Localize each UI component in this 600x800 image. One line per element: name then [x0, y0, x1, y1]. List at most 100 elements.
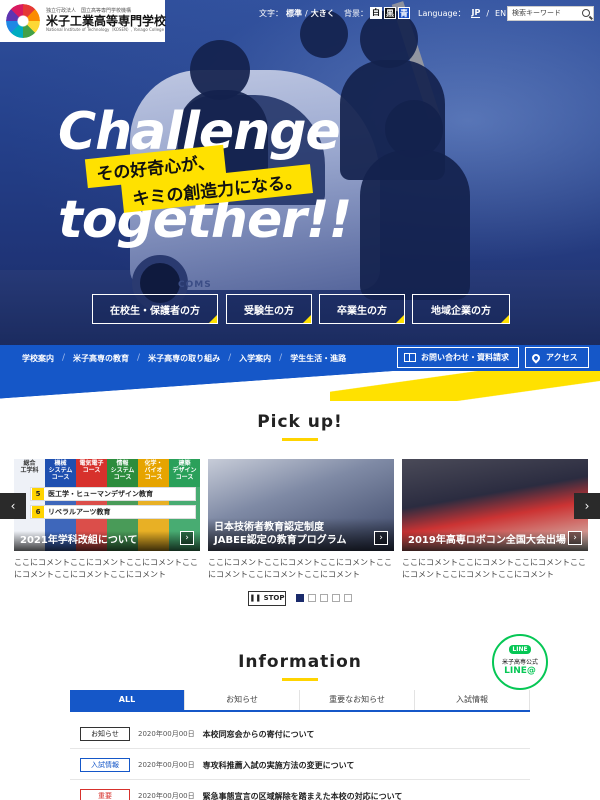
department-column: 総合 工学科	[14, 459, 45, 487]
search-placeholder: 検索キーワード	[512, 9, 561, 17]
text-size-control: 文字： 標準 / 大きく	[259, 6, 338, 20]
news-item[interactable]: お知らせ 2020年00月00日 本校同窓会からの寄付について	[80, 726, 520, 742]
news-date: 2020年00月00日	[138, 730, 195, 738]
program-name: リベラルアーツ教育	[48, 508, 111, 516]
carousel-dot[interactable]	[344, 594, 352, 602]
news-divider	[70, 779, 530, 780]
department-name: 情報 システム コース	[110, 460, 135, 481]
pickup-card-jabee[interactable]: 日本技術者教育認定制度 JABEE認定の教育プログラム ›	[208, 459, 394, 551]
audience-button-students[interactable]: 在校生・保護者の方	[92, 294, 218, 324]
pickup-title: Pick up!	[257, 412, 343, 432]
pickup-title-underline	[282, 438, 318, 441]
language-separator: /	[486, 8, 490, 18]
language-switcher: Language： JP / EN	[418, 6, 506, 20]
news-item[interactable]: 入試情報 2020年00月00日 専攻科推薦入試の実施方法の変更について	[80, 757, 520, 773]
department-name: 化学・ バイオ コース	[144, 460, 163, 481]
department-columns: 総合 工学科 機械 システム コース 電気電子 コース 情報 システム コース …	[14, 459, 200, 487]
contact-label: お問い合わせ・資料請求	[421, 353, 509, 362]
background-color-control: 背景： 白 黒 青	[344, 6, 410, 20]
line-official-badge[interactable]: LINE 米子高専公式 LINE@	[492, 634, 548, 690]
language-en-link[interactable]: EN	[495, 9, 506, 18]
news-date: 2020年00月00日	[138, 761, 195, 769]
department-column: 化学・ バイオ コース	[138, 459, 169, 487]
college-logo-icon	[6, 4, 40, 38]
nav-item-education[interactable]: 米子高専の教育	[73, 353, 129, 364]
hero-person	[360, 150, 470, 300]
tab-all[interactable]: ALL	[70, 690, 185, 710]
nav-separator: /	[279, 353, 283, 363]
hero-car-brand: COMS	[178, 280, 212, 290]
news-date: 2020年00月00日	[138, 792, 195, 800]
language-jp-link[interactable]: JP	[471, 8, 481, 18]
line-badge-text: 米子高専公式	[501, 659, 538, 666]
program-label: 5 医工学・ヒューマンデザイン教育	[30, 487, 196, 501]
news-item[interactable]: 重要 2020年00月00日 緊急事態宣言の区域解除を踏まえた本校の対応について	[80, 788, 520, 800]
access-label: アクセス	[546, 353, 578, 362]
pickup-card-description: ここにコメントここにコメントここにコメントここにコメントここにコメントここにコメ…	[208, 558, 392, 579]
program-label: 6 リベラルアーツ教育	[30, 505, 196, 519]
nav-item-initiatives[interactable]: 米子高専の取り組み	[148, 353, 220, 364]
news-title[interactable]: 本校同窓会からの寄付について	[203, 729, 315, 740]
pickup-card-robocon[interactable]: 2019年高専ロボコン全国大会出場 ›	[402, 459, 588, 551]
nav-yellow-decoration	[330, 371, 600, 401]
carousel-stop-button[interactable]: ❚❚ STOP	[248, 591, 286, 606]
global-nav-items: 学校案内 / 米子高専の教育 / 米子高専の取り組み / 入学案内 / 学生生活…	[22, 353, 346, 364]
department-column: 電気電子 コース	[76, 459, 107, 487]
program-number: 5	[32, 488, 44, 500]
site-logo[interactable]: 独立行政法人 国立高等専門学校機構 米子工業高等専門学校 National In…	[0, 0, 166, 42]
map-pin-icon	[530, 351, 542, 364]
news-category-badge: 入試情報	[80, 758, 130, 772]
department-name: 機械 システム コース	[48, 460, 73, 481]
carousel-dot[interactable]	[320, 594, 328, 602]
nav-item-student-life[interactable]: 学生生活・進路	[290, 353, 346, 364]
background-black-button[interactable]: 黒	[384, 7, 396, 19]
carousel-prev-button[interactable]: ‹	[0, 493, 26, 519]
pickup-card-caption: 2019年高専ロボコン全国大会出場	[402, 530, 588, 551]
department-name: 総合 工学科	[20, 460, 39, 474]
tab-notices[interactable]: お知らせ	[185, 690, 300, 710]
pickup-card-description: ここにコメントここにコメントここにコメントここにコメントここにコメントここにコメ…	[14, 558, 198, 579]
department-name: 電気電子 コース	[79, 460, 104, 474]
text-size-large-button[interactable]: 大きく	[311, 8, 335, 19]
search-icon[interactable]	[582, 9, 590, 17]
nav-item-about[interactable]: 学校案内	[22, 353, 54, 364]
department-column: 情報 システム コース	[107, 459, 138, 487]
department-name: 建築 デザイン コース	[172, 460, 197, 481]
program-number: 6	[32, 506, 44, 518]
arrow-right-icon[interactable]: ›	[374, 531, 388, 545]
background-white-button[interactable]: 白	[370, 7, 382, 19]
audience-button-companies[interactable]: 地域企業の方	[412, 294, 510, 324]
carousel-dot[interactable]	[296, 594, 304, 602]
logo-text: 独立行政法人 国立高等専門学校機構 米子工業高等専門学校 National In…	[46, 9, 166, 32]
arrow-right-icon[interactable]: ›	[568, 531, 582, 545]
tab-admissions[interactable]: 入試情報	[415, 690, 530, 710]
arrow-right-icon[interactable]: ›	[180, 531, 194, 545]
department-column: 機械 システム コース	[45, 459, 76, 487]
logo-english-name: National Institute of Technology（KOSEN）,…	[46, 27, 165, 33]
text-size-standard-button[interactable]: 標準	[286, 8, 302, 19]
nav-separator: /	[228, 353, 232, 363]
nav-item-admissions[interactable]: 入学案内	[239, 353, 271, 364]
information-title-underline	[282, 678, 318, 681]
audience-button-applicants[interactable]: 受験生の方	[226, 294, 312, 324]
news-title[interactable]: 緊急事態宣言の区域解除を踏まえた本校の対応について	[203, 791, 403, 800]
carousel-dots	[296, 594, 356, 602]
carousel-next-button[interactable]: ›	[574, 493, 600, 519]
news-category-badge: 重要	[80, 789, 130, 800]
carousel-dot[interactable]	[308, 594, 316, 602]
hero-banner: COMS Challenge together!! その好奇心が、 キミの創造力…	[0, 0, 600, 345]
news-title[interactable]: 専攻科推薦入試の実施方法の変更について	[203, 760, 355, 771]
contact-button[interactable]: お問い合わせ・資料請求	[397, 347, 519, 368]
search-input[interactable]: 検索キーワード	[507, 6, 594, 21]
line-badge-label: LINE@	[504, 666, 536, 676]
carousel-dot[interactable]	[332, 594, 340, 602]
pickup-card-caption: 日本技術者教育認定制度 JABEE認定の教育プログラム	[208, 518, 394, 551]
pickup-card-description: ここにコメントここにコメントここにコメントここにコメントここにコメントここにコメ…	[402, 558, 586, 579]
program-name: 医工学・ヒューマンデザイン教育	[48, 490, 153, 498]
access-button[interactable]: アクセス	[525, 347, 589, 368]
tab-important[interactable]: 重要なお知らせ	[300, 690, 415, 710]
news-divider	[70, 748, 530, 749]
news-category-badge: お知らせ	[80, 727, 130, 741]
background-blue-button[interactable]: 青	[398, 7, 410, 19]
audience-button-graduates[interactable]: 卒業生の方	[319, 294, 405, 324]
